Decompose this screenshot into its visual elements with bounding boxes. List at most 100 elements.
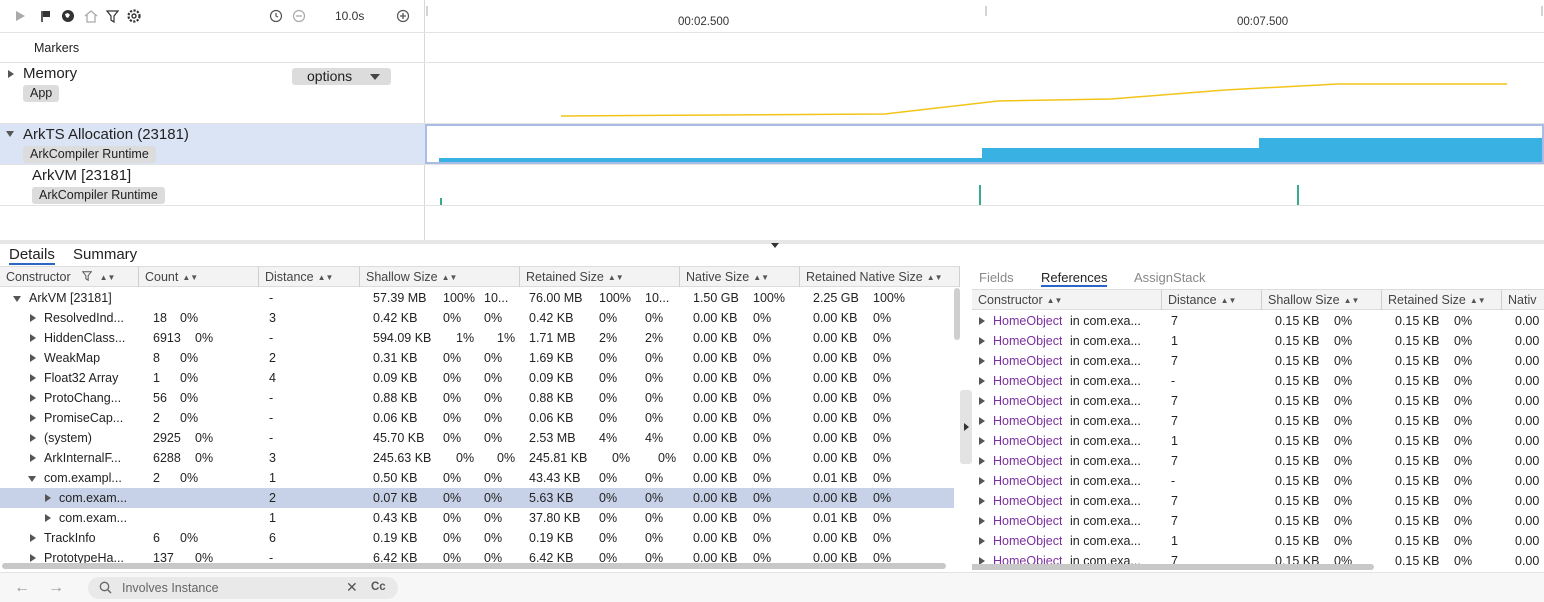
column-header-retained-size[interactable]: Retained Size ▲▼ (1382, 290, 1502, 310)
expand-arrow-icon[interactable] (964, 423, 969, 431)
column-header-retained-native-size[interactable]: Retained Native Size ▲▼ (800, 267, 960, 287)
table-row[interactable]: HomeObject in com.exa... - 0.15 KB 0% 0.15 K… (972, 371, 1544, 391)
expand-caret-icon[interactable] (979, 377, 985, 385)
sort-icon[interactable]: ▲▼ (182, 273, 198, 282)
table-row[interactable]: com.exam... 2 0.07 KB 0% 0% 5.63 KB 0% 0% 0.00 K… (0, 488, 954, 508)
filter-icon[interactable] (104, 8, 120, 24)
table-row[interactable]: ProtoChang... 56 0% - 0.88 KB 0% 0% 0.88 KB 0% 0%… (0, 388, 954, 408)
vertical-scrollbar[interactable] (954, 288, 960, 340)
table-row[interactable]: (system) 2925 0% - 45.70 KB 0% 0% 2.53 MB 4% 4% 0.… (0, 428, 954, 448)
expand-caret-icon[interactable] (30, 314, 36, 322)
table-row[interactable]: HomeObject in com.exa... 1 0.15 KB 0% 0.15 K… (972, 531, 1544, 551)
column-header-constructor[interactable]: Constructor ▲▼ (972, 290, 1162, 310)
match-case-toggle[interactable]: Cc (371, 581, 386, 593)
home-object-link[interactable]: HomeObject (993, 311, 1062, 331)
column-header-distance[interactable]: Distance ▲▼ (1162, 290, 1262, 310)
table-row[interactable]: HomeObject in com.exa... 7 0.15 KB 0% 0.15 K… (972, 391, 1544, 411)
arkts-allocation-track[interactable]: ArkTS Allocation (23181) ArkCompiler Run… (0, 124, 1544, 165)
table-row[interactable]: Float32 Array 1 0% 4 0.09 KB 0% 0% 0.09 KB 0% 0% 0… (0, 368, 954, 388)
column-header-count[interactable]: Count ▲▼ (139, 267, 259, 287)
panel-splitter[interactable] (0, 240, 1544, 248)
expand-caret-icon[interactable] (979, 357, 985, 365)
table-row[interactable]: ArkVM [23181] - 57.39 MB 100% 10... 76.00 MB 1… (0, 288, 954, 308)
gear-icon[interactable] (126, 8, 142, 24)
sort-icon[interactable]: ▲▼ (100, 273, 116, 282)
expand-caret-icon[interactable] (979, 537, 985, 545)
home-object-link[interactable]: HomeObject (993, 491, 1062, 511)
sort-icon[interactable]: ▲▼ (318, 273, 334, 282)
expand-caret-icon[interactable] (979, 497, 985, 505)
table-row[interactable]: HiddenClass... 6913 0% - 594.09 KB 1% 1% 1.71 M… (0, 328, 954, 348)
sort-icon[interactable]: ▲▼ (442, 273, 458, 282)
home-object-link[interactable]: HomeObject (993, 371, 1062, 391)
reset-icon[interactable] (268, 8, 284, 24)
back-arrow-icon[interactable]: ← (14, 579, 30, 597)
allocation-chart-area[interactable] (425, 124, 1544, 164)
expand-caret-icon[interactable] (979, 417, 985, 425)
expand-caret-icon[interactable] (30, 394, 36, 402)
column-header-shallow-size[interactable]: Shallow Size ▲▼ (1262, 290, 1382, 310)
expand-caret-icon[interactable] (30, 374, 36, 382)
flag-icon[interactable] (38, 8, 54, 24)
zoom-in-icon[interactable] (395, 8, 411, 24)
column-header-retained-size[interactable]: Retained Size ▲▼ (520, 267, 680, 287)
table-row[interactable]: PromiseCap... 2 0% - 0.06 KB 0% 0% 0.06 KB 0% 0% 0… (0, 408, 954, 428)
expand-caret-icon[interactable] (30, 334, 36, 342)
home-object-link[interactable]: HomeObject (993, 411, 1062, 431)
side-panel-handle[interactable] (960, 390, 972, 464)
horizontal-scrollbar[interactable] (2, 563, 946, 569)
expand-caret-icon[interactable] (979, 397, 985, 405)
home-object-link[interactable]: HomeObject (993, 431, 1062, 451)
collapse-caret-icon[interactable] (13, 296, 21, 302)
expand-caret-icon[interactable] (979, 337, 985, 345)
table-row[interactable]: HomeObject in com.exa... 7 0.15 KB 0% 0.15 K… (972, 411, 1544, 431)
zoom-out-icon[interactable] (291, 8, 307, 24)
expand-caret-icon[interactable] (45, 514, 51, 522)
table-row[interactable]: HomeObject in com.exa... 1 0.15 KB 0% 0.15 K… (972, 431, 1544, 451)
table-row[interactable]: TrackInfo 6 0% 6 0.19 KB 0% 0% 0.19 KB 0% 0% 0.00 … (0, 528, 954, 548)
expand-caret-icon[interactable] (979, 477, 985, 485)
sort-icon[interactable]: ▲▼ (753, 273, 769, 282)
forward-arrow-icon[interactable]: → (48, 579, 64, 597)
expand-caret-icon[interactable] (30, 454, 36, 462)
expand-caret-icon[interactable] (30, 534, 36, 542)
filter-icon[interactable] (81, 270, 95, 284)
table-row[interactable]: WeakMap 8 0% 2 0.31 KB 0% 0% 1.69 KB 0% 0% 0.00 KB… (0, 348, 954, 368)
table-row[interactable]: HomeObject in com.exa... 7 0.15 KB 0% 0.15 K… (972, 511, 1544, 531)
table-row[interactable]: HomeObject in com.exa... 7 0.15 KB 0% 0.15 K… (972, 311, 1544, 331)
expand-caret-icon[interactable] (979, 317, 985, 325)
table-row[interactable]: com.exam... 1 0.43 KB 0% 0% 37.80 KB 0% 0% 0.00 … (0, 508, 954, 528)
options-dropdown[interactable]: options (292, 68, 391, 85)
home-object-link[interactable]: HomeObject (993, 331, 1062, 351)
clear-search-icon[interactable]: ✕ (346, 579, 358, 596)
sort-icon[interactable]: ▲▼ (1470, 296, 1486, 305)
sort-icon[interactable]: ▲▼ (927, 273, 943, 282)
column-header-distance[interactable]: Distance ▲▼ (259, 267, 360, 287)
sort-icon[interactable]: ▲▼ (608, 273, 624, 282)
tab-references[interactable]: References (1041, 270, 1108, 287)
column-header-shallow-size[interactable]: Shallow Size ▲▼ (360, 267, 520, 287)
expand-caret-icon[interactable] (30, 434, 36, 442)
tab-assignstack[interactable]: AssignStack (1134, 270, 1206, 285)
collapse-caret-icon[interactable] (28, 476, 36, 482)
expand-caret-icon[interactable] (979, 437, 985, 445)
expand-caret-icon[interactable] (30, 354, 36, 362)
table-row[interactable]: ResolvedInd... 18 0% 3 0.42 KB 0% 0% 0.42 KB 0% 0… (0, 308, 954, 328)
home-icon[interactable] (83, 8, 99, 24)
search-input[interactable] (122, 580, 342, 596)
home-object-link[interactable]: HomeObject (993, 351, 1062, 371)
memory-track[interactable]: Memory App options (0, 63, 1544, 124)
table-row[interactable]: HomeObject in com.exa... 1 0.15 KB 0% 0.15 K… (972, 331, 1544, 351)
home-object-link[interactable]: HomeObject (993, 531, 1062, 551)
globe-icon[interactable] (60, 8, 76, 24)
table-row[interactable]: ArkInternalF... 6288 0% 3 245.63 KB 0% 0% 245.8… (0, 448, 954, 468)
tab-fields[interactable]: Fields (979, 270, 1014, 285)
home-object-link[interactable]: HomeObject (993, 471, 1062, 491)
tab-details[interactable]: Details (9, 246, 55, 265)
sort-icon[interactable]: ▲▼ (1344, 296, 1360, 305)
expand-caret-icon[interactable] (30, 554, 36, 562)
expand-caret-icon[interactable] (979, 457, 985, 465)
arkvm-track[interactable]: ArkVM [23181] ArkCompiler Runtime (0, 165, 1544, 206)
column-header-native-size[interactable]: Native Size ▲▼ (680, 267, 800, 287)
tab-summary[interactable]: Summary (73, 246, 137, 263)
